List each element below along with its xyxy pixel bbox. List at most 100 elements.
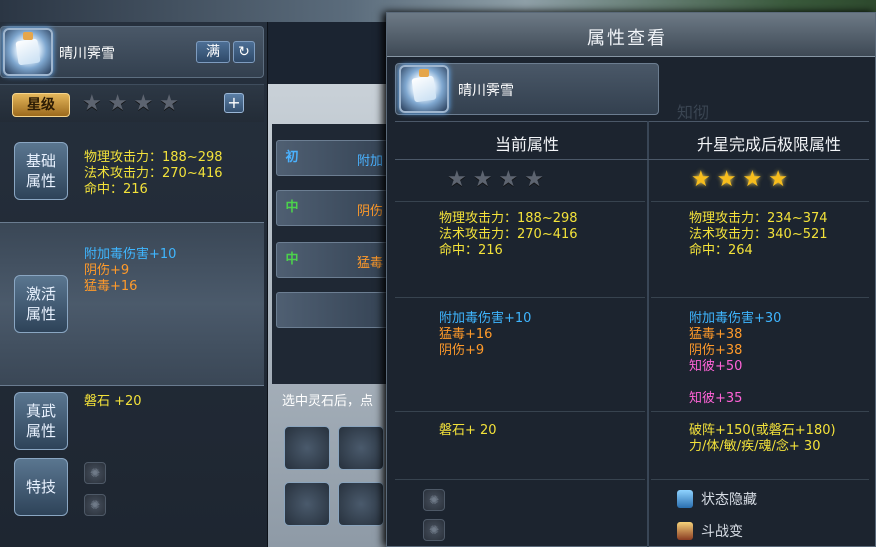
gem-select-tip: 选中灵石后，点: [282, 394, 374, 409]
current-base-attributes: 物理攻击力：188~298 法术攻击力：270~416 命中：216: [439, 211, 578, 259]
character-header: 晴川霁雪: [395, 63, 659, 115]
divider: [395, 201, 645, 202]
true-martial-label[interactable]: 真武属性: [14, 392, 68, 450]
stat-line: 阴伤+9: [439, 343, 485, 358]
limit-attributes-header: 升星完成后极限属性: [696, 135, 841, 154]
battle-transform-item[interactable]: 斗战变: [677, 521, 743, 541]
limit-extra-attribute: 知彼+35: [689, 391, 743, 406]
gem-row[interactable]: 初 附加: [276, 140, 398, 176]
skill-slot-icon[interactable]: ✺: [84, 462, 106, 484]
star-icon: ★: [82, 91, 102, 116]
stat-line: 力/体/敏/疾/魂/念+ 30: [689, 439, 821, 454]
basic-attributes-list: 物理攻击力：188~298 法术攻击力：270~416 命中：216: [84, 150, 223, 198]
current-activated-attributes: 附加毒伤害+10 猛毒+16 阴伤+9: [439, 311, 531, 359]
gem-row[interactable]: 中 阴伤: [276, 190, 398, 226]
gem-row[interactable]: [276, 292, 398, 328]
rank-tag: 中: [285, 252, 299, 267]
limit-true-martial: 破阵+150(或磐石+180) 力/体/敏/疾/魂/念+ 30: [689, 423, 836, 455]
stat-line: 破阵+150(或磐石+180): [689, 423, 836, 438]
stat-line: 猛毒+16: [84, 279, 138, 294]
stat-line: 猛毒+16: [439, 327, 493, 342]
skill-slot-icon[interactable]: ✺: [423, 519, 445, 541]
gem-slot[interactable]: [338, 426, 384, 470]
star-icon: ★: [524, 167, 544, 192]
star-icon: ★: [498, 167, 519, 192]
gem-slot[interactable]: [284, 426, 330, 470]
item-detail-panel: 晴川霁雪 满 ↻ 星级 ★ ★ ★ ★ + 基础属性 物理攻击力：188~298 法术…: [0, 22, 268, 547]
stat-line: 阴伤+9: [84, 263, 130, 278]
star-icon: ★: [742, 167, 763, 192]
limit-base-attributes: 物理攻击力：234~374 法术攻击力：340~521 命中：264: [689, 211, 828, 259]
add-star-button[interactable]: +: [224, 93, 244, 113]
background-text: 知彻: [677, 103, 710, 122]
divider: [651, 297, 869, 298]
stat-line: 附加毒伤害+30: [689, 311, 782, 326]
status-label: 斗战变: [701, 524, 743, 540]
character-avatar: [399, 65, 449, 113]
refresh-icon[interactable]: ↻: [233, 41, 255, 63]
status-hidden-icon: [677, 490, 693, 508]
limit-star-rating: ★ ★ ★ ★: [691, 169, 788, 191]
character-name: 晴川霁雪: [458, 83, 514, 99]
activated-attributes-label[interactable]: 激活属性: [14, 275, 68, 333]
panel-title: 属性查看: [587, 28, 667, 49]
divider: [651, 201, 869, 202]
current-attributes-header: 当前属性: [494, 135, 559, 154]
character-name: 晴川霁雪: [59, 46, 115, 62]
gem-row[interactable]: 中 猛毒: [276, 242, 398, 278]
star-icon: ★: [691, 167, 711, 192]
star-icon: ★: [768, 167, 788, 192]
star-icon: ★: [472, 167, 493, 192]
gem-name: 猛毒: [357, 256, 384, 271]
star-level-row: 星级 ★ ★ ★ ★ +: [0, 84, 264, 122]
stat-line: 物理攻击力：188~298: [84, 150, 223, 165]
basic-attributes-label[interactable]: 基础属性: [14, 142, 68, 200]
rank-tag: 中: [285, 200, 299, 215]
divider: [651, 479, 869, 480]
character-header: 晴川霁雪 满 ↻: [0, 26, 264, 78]
divider: [395, 159, 869, 160]
star-icon: ★: [133, 91, 154, 116]
special-skill-label[interactable]: 特技: [14, 458, 68, 516]
stat-line: 附加毒伤害+10: [84, 247, 177, 262]
max-button[interactable]: 满: [196, 41, 230, 63]
column-divider: [647, 121, 649, 547]
divider: [651, 411, 869, 412]
title-bar[interactable]: 属性查看: [387, 13, 875, 57]
stat-line: 猛毒+38: [689, 327, 743, 342]
stat-line: 法术攻击力：270~416: [439, 227, 578, 242]
basic-attributes-section: 基础属性 物理攻击力：188~298 法术攻击力：270~416 命中：216: [0, 132, 264, 224]
stat-line: 附加毒伤害+10: [439, 311, 532, 326]
gem-name: 附加: [357, 154, 384, 169]
divider: [395, 121, 869, 122]
stat-line: 物理攻击力：188~298: [439, 211, 578, 226]
skill-slot-icon[interactable]: ✺: [84, 494, 106, 516]
star-rating: ★ ★ ★ ★: [82, 93, 179, 115]
stat-line: 命中：216: [84, 182, 148, 197]
gem-name: 阴伤: [357, 204, 384, 219]
status-hidden-item[interactable]: 状态隐藏: [677, 489, 757, 509]
stat-line: 知彼+50: [689, 359, 743, 374]
activated-attributes-list: 附加毒伤害+10 阴伤+9 猛毒+16: [84, 247, 176, 295]
stat-line: 物理攻击力：234~374: [689, 211, 828, 226]
limit-activated-attributes: 附加毒伤害+30 猛毒+38 阴伤+38 知彼+50: [689, 311, 781, 375]
gem-slot[interactable]: [284, 482, 330, 526]
status-label: 状态隐藏: [701, 492, 757, 508]
stat-line: 命中：264: [689, 243, 753, 258]
character-avatar: [3, 28, 53, 76]
true-martial-section: 真武属性 磐石 +20: [0, 386, 264, 456]
current-star-rating: ★ ★ ★ ★: [447, 169, 544, 191]
attribute-view-panel: 属性查看 晴川霁雪 知彻 当前属性 升星完成后极限属性 ★ ★ ★ ★ 物理攻击力：1…: [386, 12, 876, 547]
skill-slot-icon[interactable]: ✺: [423, 489, 445, 511]
true-martial-value: 磐石 +20: [84, 394, 142, 409]
gem-slot[interactable]: [338, 482, 384, 526]
divider: [395, 479, 645, 480]
star-icon: ★: [107, 91, 128, 116]
stat-line: 阴伤+38: [689, 343, 743, 358]
star-icon: ★: [447, 167, 467, 192]
rank-tag: 初: [285, 150, 299, 165]
stat-line: 命中：216: [439, 243, 503, 258]
stat-line: 法术攻击力：270~416: [84, 166, 223, 181]
rank-tag: [277, 299, 307, 321]
star-icon: ★: [159, 91, 179, 116]
